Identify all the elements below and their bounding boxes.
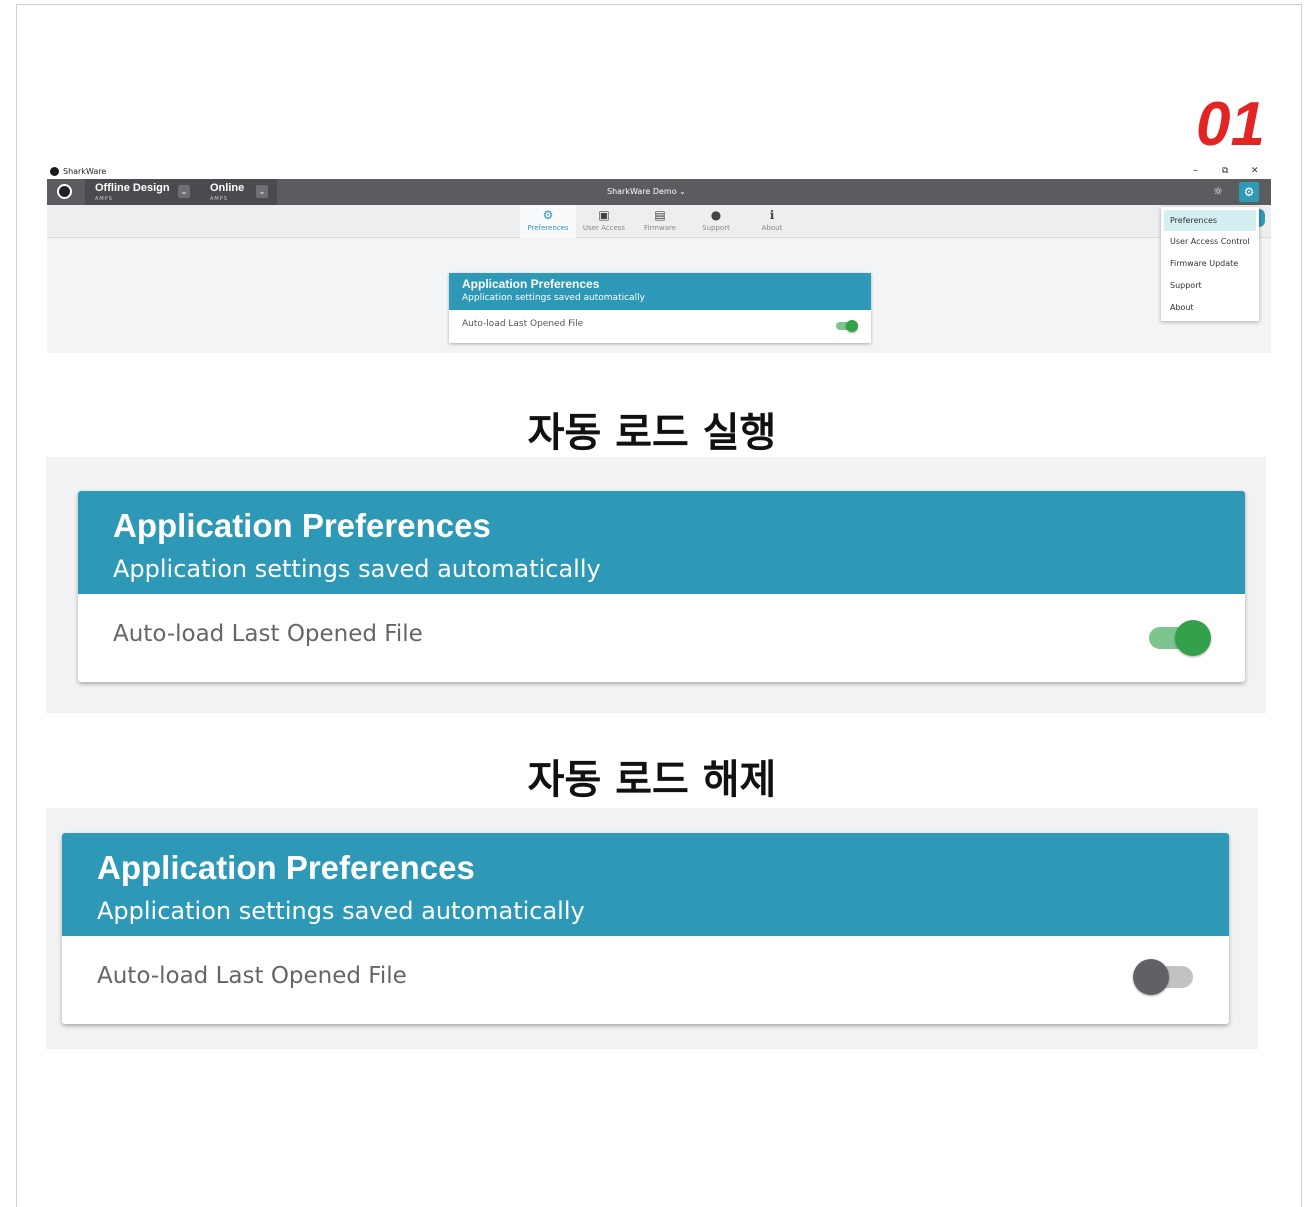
nav-support[interactable]: ● Support [688,205,744,238]
main-nav-bar: ⚙ Preferences ▣ User Access ▤ Firmware ●… [47,205,1271,238]
menu-item-user-access-control[interactable]: User Access Control [1161,231,1259,253]
gear-icon: ⚙ [542,208,554,222]
setting-row: Auto-load Last Opened File [449,310,871,343]
enabled-example-panel: Application Preferences Application sett… [46,457,1266,713]
app-window-screenshot: SharkWare – ⧉ ✕ Offline Design AMPS ⌄ On… [47,163,1271,353]
nav-user-access[interactable]: ▣ User Access [576,205,632,238]
preferences-card-disabled: Application Preferences Application sett… [62,833,1229,1024]
restore-button[interactable]: ⧉ [1222,163,1228,179]
offline-design-tab[interactable]: Offline Design AMPS ⌄ [85,179,203,205]
nav-support-label: Support [702,224,730,232]
minimize-button[interactable]: – [1193,163,1198,179]
section-heading-enabled: 자동 로드 실행 [527,410,777,456]
card-subtitle: Application settings saved automatically [113,555,601,583]
preferences-card-header: Application Preferences Application sett… [449,273,871,310]
setting-label: Auto-load Last Opened File [462,319,584,329]
auto-load-toggle-off[interactable] [1133,958,1195,996]
menu-item-support[interactable]: Support [1161,275,1259,297]
preferences-card-subtitle: Application settings saved automatically [462,293,645,303]
toggle-knob [1133,959,1169,995]
chevron-down-icon[interactable]: ⌄ [256,185,268,198]
nav-firmware-label: Firmware [643,224,677,232]
nav-firmware[interactable]: ▤ Firmware [632,205,688,238]
card-title: Application Preferences [97,849,475,886]
window-title: SharkWare [63,166,107,176]
user-card-icon: ▣ [598,208,610,222]
section-heading-disabled: 자동 로드 해제 [527,757,777,803]
sharkware-logo-icon [57,184,72,199]
nav-preferences[interactable]: ⚙ Preferences [520,205,576,238]
settings-gear-button[interactable]: ⚙ [1239,182,1259,202]
toggle-knob [846,320,858,332]
window-titlebar: SharkWare – ⧉ ✕ [47,163,1271,179]
online-label: Online [210,182,245,194]
setting-label: Auto-load Last Opened File [113,621,423,647]
chevron-down-icon: ⌄ [679,187,686,196]
chat-bubble-icon: ● [710,208,722,222]
chevron-down-icon[interactable]: ⌄ [178,185,190,198]
toggle-knob [1175,620,1211,656]
nav-about-label: About [761,224,783,232]
setting-row: Auto-load Last Opened File [62,936,1229,1024]
auto-load-toggle[interactable] [836,320,858,332]
project-title: SharkWare Demo [607,187,677,196]
setting-row: Auto-load Last Opened File [78,594,1245,682]
card-subtitle: Application settings saved automatically [97,897,585,925]
annotation-01: 01 [1196,90,1265,159]
preferences-card-enabled: Application Preferences Application sett… [78,491,1245,682]
nav-user-access-label: User Access [582,224,626,232]
card-title: Application Preferences [113,507,491,544]
settings-dropdown-menu: Preferences User Access Control Firmware… [1161,207,1259,321]
menu-item-firmware-update[interactable]: Firmware Update [1161,253,1259,275]
nav-preferences-label: Preferences [527,224,569,232]
card-header: Application Preferences Application sett… [78,491,1245,594]
firmware-download-icon: ▤ [654,208,666,222]
preferences-card: Application Preferences Application sett… [449,273,871,343]
lightbulb-icon[interactable]: ☼ [1210,184,1226,200]
app-header-bar: Offline Design AMPS ⌄ Online AMPS ⌄ Shar… [47,179,1271,205]
app-logo-icon [50,166,59,176]
card-header: Application Preferences Application sett… [62,833,1229,936]
preferences-card-title: Application Preferences [462,277,600,291]
online-tab[interactable]: Online AMPS ⌄ [203,179,277,205]
project-selector[interactable]: SharkWare Demo ⌄ [607,187,686,196]
info-icon: ℹ [769,208,775,222]
disabled-example-panel: Application Preferences Application sett… [46,808,1258,1049]
auto-load-toggle-on[interactable] [1149,619,1211,657]
offline-design-label: Offline Design [95,182,170,194]
offline-design-sub: AMPS [95,196,113,202]
setting-label: Auto-load Last Opened File [97,963,407,989]
menu-item-preferences[interactable]: Preferences [1164,210,1256,231]
menu-item-about[interactable]: About [1161,297,1259,319]
online-sub: AMPS [210,196,228,202]
nav-about[interactable]: ℹ About [744,205,800,238]
close-button[interactable]: ✕ [1251,163,1259,179]
